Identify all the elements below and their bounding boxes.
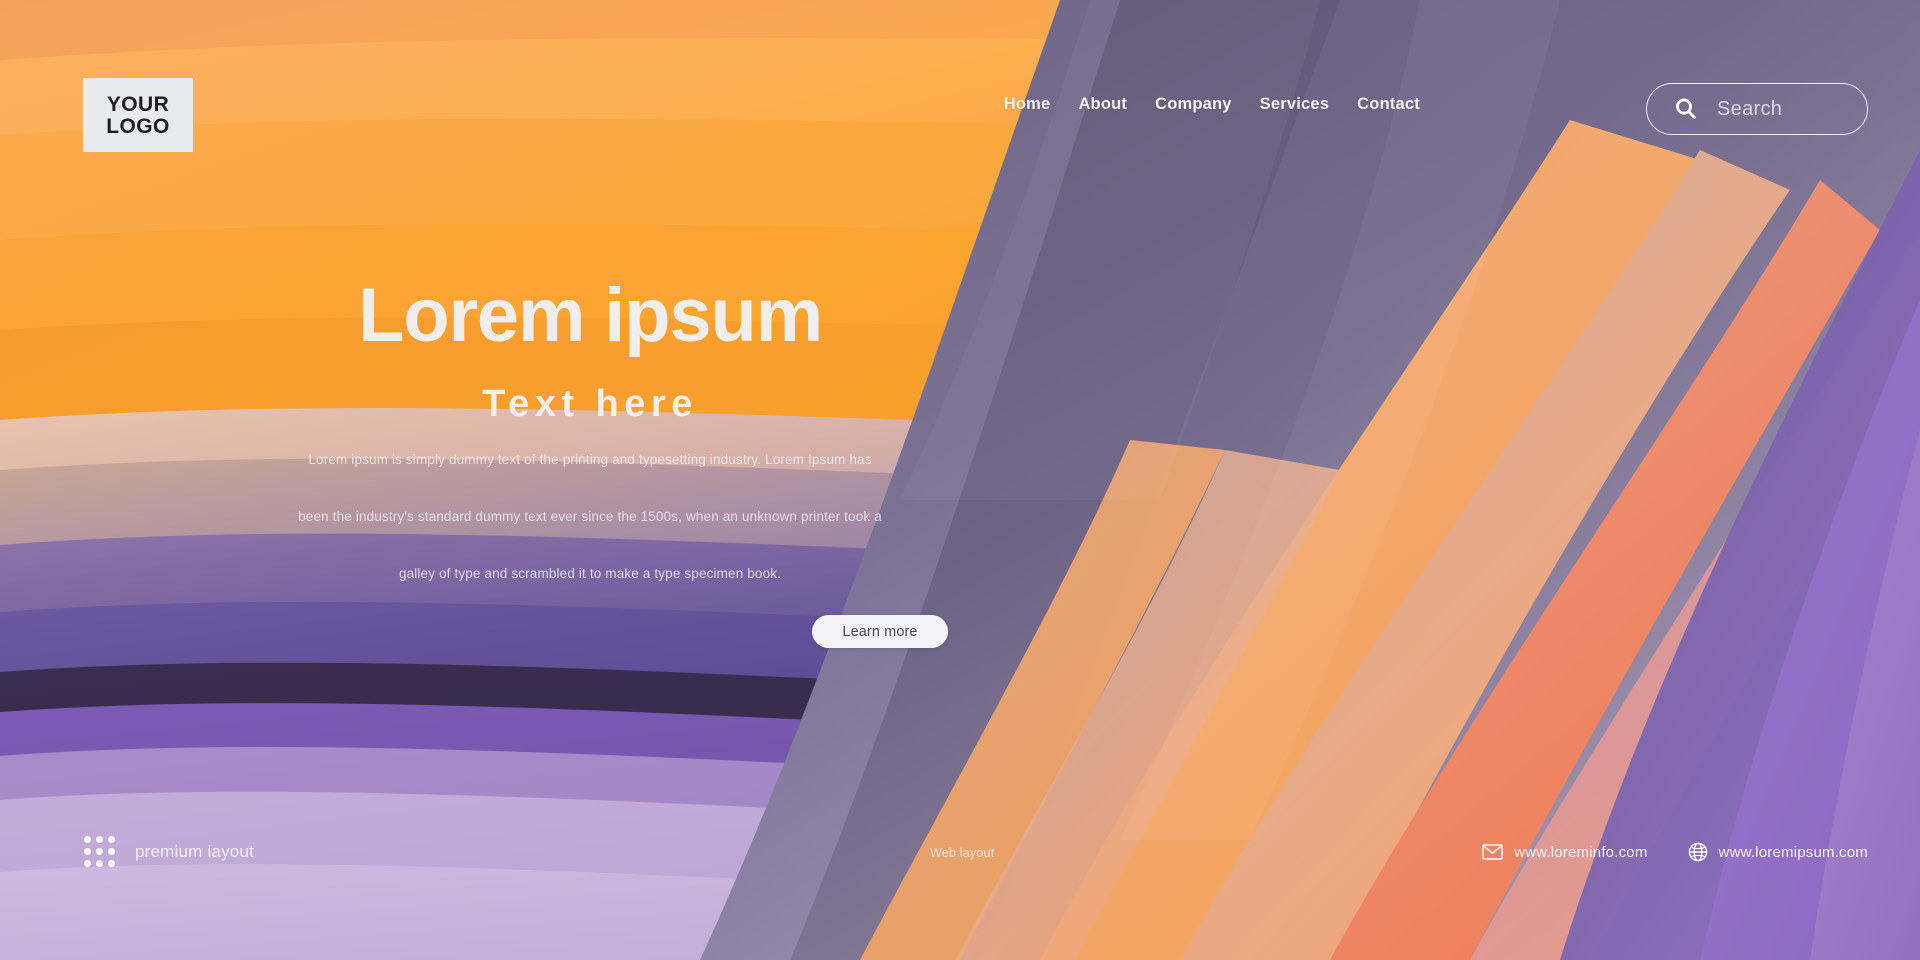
learn-more-button[interactable]: Learn more (812, 615, 948, 648)
hero-title: Lorem ipsum (358, 273, 823, 358)
hero-paragraph-line-2: been the industry's standard dummy text … (298, 509, 882, 524)
search-icon (1673, 96, 1699, 122)
site-footer: premium layout Web layout www.loreminfo.… (0, 836, 1920, 960)
logo[interactable]: YOUR LOGO (83, 78, 193, 152)
envelope-icon (1482, 844, 1503, 860)
nav-item-about[interactable]: About (1078, 95, 1127, 114)
hero-subtitle: Text here (482, 383, 698, 425)
dot-grid-icon (84, 836, 115, 867)
web-layout-label: Web layout (930, 846, 995, 860)
landing-page-hero: YOUR LOGO Home About Company Services Co… (0, 0, 1920, 960)
globe-icon (1688, 842, 1708, 862)
contact-email[interactable]: www.loreminfo.com (1482, 844, 1647, 861)
nav-item-contact[interactable]: Contact (1357, 95, 1420, 114)
footer-contacts: www.loreminfo.com www.loremipsum.com (1482, 842, 1868, 862)
contact-website-label: www.loremipsum.com (1718, 843, 1868, 861)
hero-paragraph-line-1: Lorem ipsum is simply dummy text of the … (308, 452, 872, 467)
contact-website[interactable]: www.loremipsum.com (1688, 842, 1868, 862)
premium-layout-label: premium layout (135, 841, 255, 861)
site-header: YOUR LOGO Home About Company Services Co… (0, 0, 1920, 190)
nav-item-company[interactable]: Company (1155, 95, 1232, 114)
nav-item-services[interactable]: Services (1260, 95, 1330, 114)
logo-line-1: YOUR (106, 92, 170, 116)
search-input[interactable]: Search (1717, 98, 1782, 121)
search-box[interactable]: Search (1646, 83, 1868, 135)
premium-layout-badge: premium layout (84, 836, 254, 867)
nav-item-home[interactable]: Home (1004, 95, 1051, 114)
contact-email-label: www.loreminfo.com (1514, 843, 1648, 861)
hero-paragraph-line-3: galley of type and scrambled it to make … (398, 566, 782, 581)
main-navigation: Home About Company Services Contact (1004, 95, 1420, 114)
logo-line-2: LOGO (106, 114, 170, 138)
